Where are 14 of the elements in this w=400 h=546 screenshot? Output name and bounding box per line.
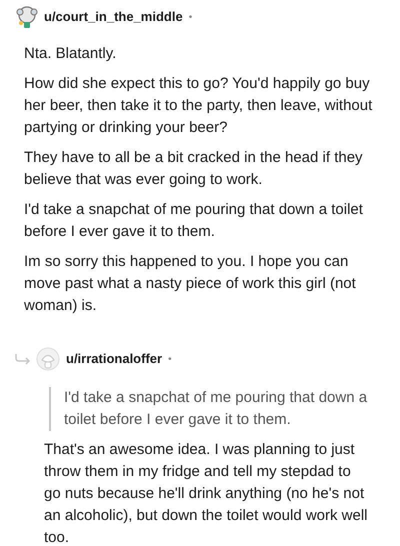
username[interactable]: u/court_in_the_middle <box>44 7 183 27</box>
comment-paragraph: Nta. Blatantly. <box>24 44 118 64</box>
avatar-icon <box>16 5 38 29</box>
separator: • <box>188 10 192 24</box>
comment-paragraph: I'd take a snapchat of me pouring that down a toilet before I ever gave it to them. <box>24 200 364 242</box>
avatar-icon <box>36 347 60 371</box>
username[interactable]: u/irrationaloffer <box>66 349 162 369</box>
reply-arrow-icon <box>14 353 32 365</box>
comment-paragraph: That's an awesome idea. I was planning to just throw them in my fridge and tell my stepdad to go nuts because he'll drink anything (no he's not an alcoholic), but down the toilet would work well too. <box>44 440 369 546</box>
comment-paragraph: How did she expect this to go? You'd happily go buy her beer, then take it to the party, then leave, without partying or drinking your beer? <box>24 74 374 138</box>
comment-paragraph: They have to all be a bit cracked in the head if they believe that was ever going to work. <box>24 148 364 190</box>
separator: • <box>168 352 172 366</box>
comment-paragraph: Im so sorry this happened to you. I hope you can move past what a nasty piece of work this girl (not woman) is. <box>24 252 357 316</box>
quote-text: I'd take a snapchat of me pouring that down a toilet before I ever gave it to them. <box>64 388 368 430</box>
